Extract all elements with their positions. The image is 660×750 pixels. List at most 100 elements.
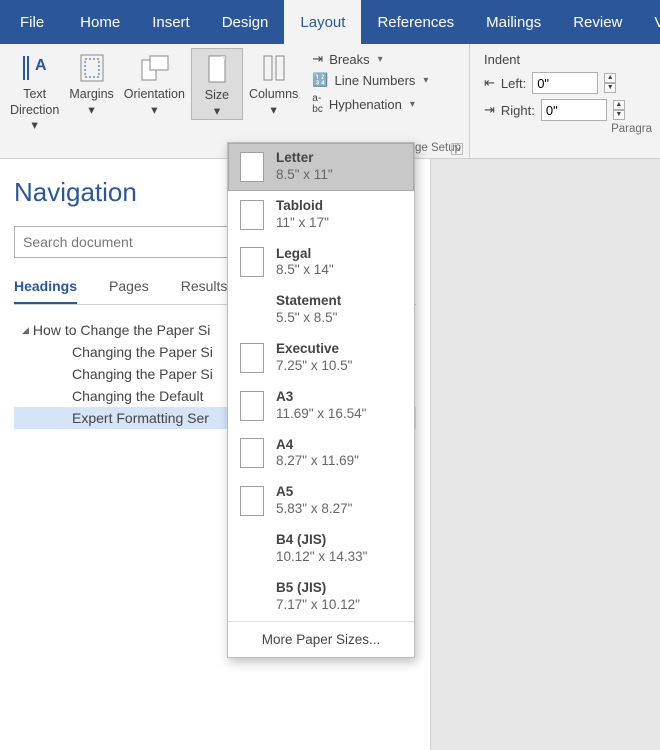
size-option-name: Tabloid	[276, 198, 329, 215]
indent-right-row: ⇥ Right: ▲▼	[484, 99, 646, 121]
hyphenation-button[interactable]: a-bc Hyphenation ▾	[310, 92, 430, 116]
margins-button[interactable]: Margins ▾	[65, 48, 117, 118]
tab-file[interactable]: File	[0, 0, 64, 44]
indent-left-input[interactable]	[532, 72, 598, 94]
indent-left-icon: ⇤	[484, 75, 495, 91]
more-paper-sizes[interactable]: More Paper Sizes...	[228, 621, 414, 657]
size-option-letter[interactable]: Letter8.5" x 11"	[228, 143, 414, 191]
size-option-name: Legal	[276, 246, 334, 263]
page-icon	[240, 486, 264, 516]
size-option-dimensions: 11" x 17"	[276, 215, 329, 232]
chevron-down-icon: ▾	[378, 54, 383, 65]
menu-bar: File HomeInsertDesignLayoutReferencesMai…	[0, 0, 660, 44]
size-option-statement[interactable]: Statement5.5" x 8.5"	[228, 286, 414, 334]
indent-left-row: ⇤ Left: ▲▼	[484, 72, 646, 94]
size-option-executive[interactable]: Executive7.25" x 10.5"	[228, 334, 414, 382]
size-option-dimensions: 5.5" x 8.5"	[276, 310, 341, 327]
tab-mailings[interactable]: Mailings	[470, 0, 557, 44]
size-option-name: Statement	[276, 293, 341, 310]
size-option-b5-jis-[interactable]: B5 (JIS)7.17" x 10.12"	[228, 573, 414, 621]
size-option-dimensions: 11.69" x 16.54"	[276, 406, 366, 423]
nav-tab-pages[interactable]: Pages	[109, 278, 149, 304]
orientation-button[interactable]: Orientation ▾	[120, 48, 189, 118]
page-icon	[240, 152, 264, 182]
size-dropdown: Letter8.5" x 11"Tabloid11" x 17"Legal8.5…	[227, 142, 415, 658]
page-icon	[240, 534, 264, 564]
size-option-name: Letter	[276, 150, 333, 167]
size-option-name: B4 (JIS)	[276, 532, 367, 549]
paragraph-group-label: Paragra	[476, 123, 654, 137]
size-option-legal[interactable]: Legal8.5" x 14"	[228, 239, 414, 287]
chevron-down-icon: ▾	[151, 103, 157, 119]
size-option-tabloid[interactable]: Tabloid11" x 17"	[228, 191, 414, 239]
tab-home[interactable]: Home	[64, 0, 136, 44]
size-button[interactable]: Size ▾	[191, 48, 243, 120]
chevron-down-icon: ▾	[410, 99, 415, 110]
hyphenation-icon: a-bc	[312, 93, 323, 115]
page-setup-launcher-icon[interactable]: ↘	[451, 143, 463, 155]
size-option-dimensions: 8.27" x 11.69"	[276, 453, 359, 470]
size-label: Size	[205, 88, 229, 104]
nav-tab-headings[interactable]: Headings	[14, 278, 77, 304]
tree-root-label: How to Change the Paper Si	[33, 322, 210, 338]
indent-left-spinner[interactable]: ▲▼	[604, 73, 616, 93]
chevron-down-icon: ▾	[32, 118, 38, 134]
chevron-down-icon: ▾	[270, 103, 276, 119]
page-icon	[240, 295, 264, 325]
columns-icon	[258, 52, 290, 84]
page-icon	[240, 391, 264, 421]
triangle-down-icon: ◢	[22, 325, 29, 336]
size-option-name: A3	[276, 389, 366, 406]
indent-title: Indent	[484, 52, 646, 67]
nav-tab-results[interactable]: Results	[181, 278, 228, 304]
size-option-a3[interactable]: A311.69" x 16.54"	[228, 382, 414, 430]
chevron-down-icon: ▾	[214, 104, 220, 120]
margins-label: Margins	[69, 87, 113, 103]
chevron-down-icon: ▾	[88, 103, 94, 119]
indent-right-spinner[interactable]: ▲▼	[613, 100, 625, 120]
orientation-label: Orientation	[124, 87, 185, 103]
size-option-name: A5	[276, 484, 352, 501]
size-option-dimensions: 8.5" x 11"	[276, 167, 333, 184]
tab-insert[interactable]: Insert	[136, 0, 206, 44]
size-option-dimensions: 7.25" x 10.5"	[276, 358, 352, 375]
size-option-dimensions: 8.5" x 14"	[276, 262, 334, 279]
document-area[interactable]	[430, 159, 660, 750]
tab-references[interactable]: References	[361, 0, 470, 44]
line-numbers-button[interactable]: 🔢 Line Numbers ▾	[310, 71, 430, 89]
size-option-name: B5 (JIS)	[276, 580, 360, 597]
tab-review[interactable]: Review	[557, 0, 638, 44]
page-icon	[240, 200, 264, 230]
page-icon	[240, 247, 264, 277]
size-option-b4-jis-[interactable]: B4 (JIS)10.12" x 14.33"	[228, 525, 414, 573]
size-option-a4[interactable]: A48.27" x 11.69"	[228, 430, 414, 478]
columns-label: Columns	[249, 87, 298, 103]
size-option-a5[interactable]: A55.83" x 8.27"	[228, 477, 414, 525]
breaks-button[interactable]: ⇥ Breaks ▾	[310, 50, 430, 68]
columns-button[interactable]: Columns ▾	[245, 48, 302, 118]
text-direction-label: Text Direction	[10, 87, 59, 118]
page-icon	[240, 582, 264, 612]
orientation-icon	[138, 52, 170, 84]
indent-right-icon: ⇥	[484, 102, 495, 118]
size-icon	[201, 53, 233, 85]
tab-design[interactable]: Design	[206, 0, 285, 44]
page-icon	[240, 343, 264, 373]
line-numbers-icon: 🔢	[312, 72, 328, 88]
hyphenation-label: Hyphenation	[329, 97, 402, 112]
svg-text:A: A	[35, 57, 47, 74]
tab-view[interactable]: View	[638, 0, 660, 44]
chevron-down-icon: ▾	[423, 75, 428, 86]
indent-right-input[interactable]	[541, 99, 607, 121]
line-numbers-label: Line Numbers	[334, 73, 415, 88]
breaks-icon: ⇥	[312, 51, 323, 67]
page-icon	[240, 438, 264, 468]
text-direction-icon: A	[19, 52, 51, 84]
text-direction-button[interactable]: A Text Direction ▾	[6, 48, 63, 134]
size-option-name: A4	[276, 437, 359, 454]
tab-layout[interactable]: Layout	[284, 0, 361, 44]
margins-icon	[76, 52, 108, 84]
size-option-dimensions: 10.12" x 14.33"	[276, 549, 367, 566]
size-option-dimensions: 5.83" x 8.27"	[276, 501, 352, 518]
size-option-dimensions: 7.17" x 10.12"	[276, 597, 360, 614]
